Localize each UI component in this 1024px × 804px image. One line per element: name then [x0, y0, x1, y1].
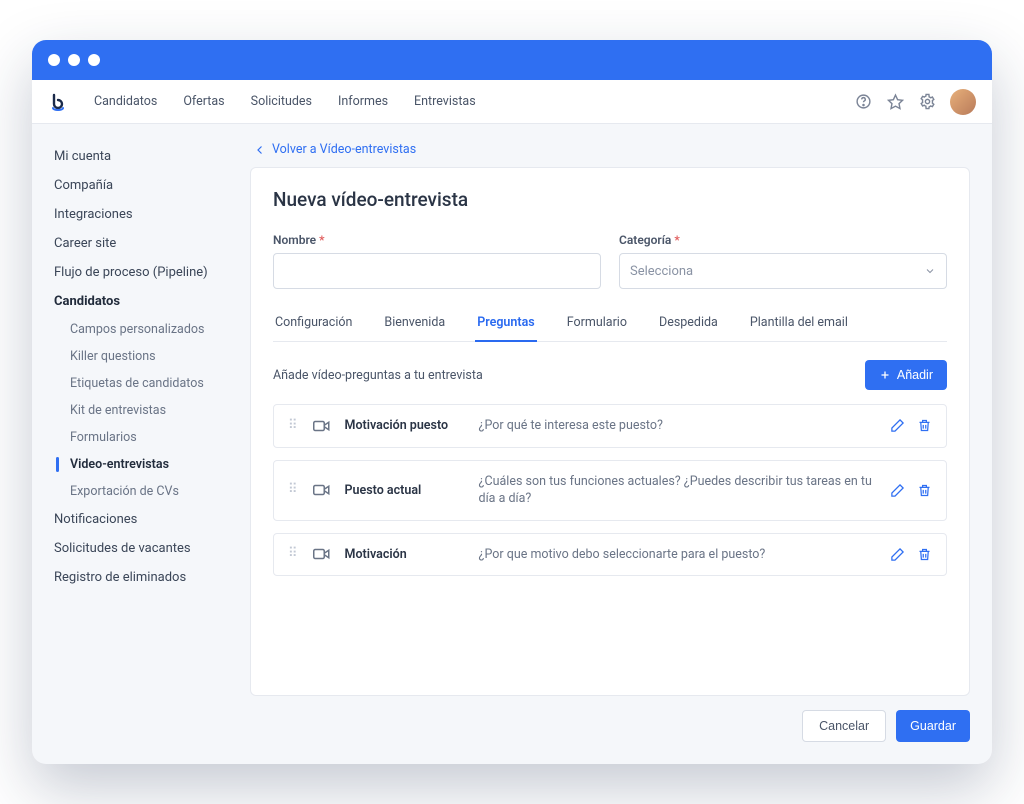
window-titlebar: [32, 40, 992, 80]
section-description: Añade vídeo-preguntas a tu entrevista: [273, 368, 483, 383]
chevron-down-icon: [924, 265, 936, 277]
window-dot: [48, 54, 60, 66]
question-row: ⠿ Puesto actual ¿Cuáles son tus funciones …: [273, 460, 947, 521]
edit-icon[interactable]: [890, 547, 905, 562]
delete-icon[interactable]: [917, 418, 932, 433]
tab-bienvenida[interactable]: Bienvenida: [382, 305, 447, 342]
question-title: Motivación: [345, 547, 465, 562]
nav-ofertas[interactable]: Ofertas: [183, 94, 224, 109]
save-button[interactable]: Guardar: [896, 710, 970, 742]
name-label: Nombre*: [273, 233, 601, 247]
arrow-left-icon: [254, 144, 266, 156]
sidebar-compania[interactable]: Compañía: [50, 171, 232, 200]
tabs: Configuración Bienvenida Preguntas Formu…: [273, 305, 947, 342]
tab-plantilla-email[interactable]: Plantilla del email: [748, 305, 850, 342]
app-logo[interactable]: [48, 92, 68, 112]
video-icon: [313, 419, 331, 433]
star-icon[interactable]: [886, 93, 904, 111]
question-row: ⠿ Motivación puesto ¿Por qué te interesa e…: [273, 404, 947, 448]
category-select[interactable]: Selecciona: [619, 253, 947, 289]
back-link-label: Volver a Vídeo-entrevistas: [272, 142, 416, 157]
nav-entrevistas[interactable]: Entrevistas: [414, 94, 476, 109]
content-card: Nueva vídeo-entrevista Nombre* Categoría…: [250, 167, 970, 696]
question-text: ¿Por qué te interesa este puesto?: [479, 417, 876, 435]
add-button-label: Añadir: [897, 368, 933, 382]
avatar[interactable]: [950, 89, 976, 115]
sidebar-video-entrevistas[interactable]: Video-entrevistas: [50, 451, 232, 478]
question-row: ⠿ Motivación ¿Por que motivo debo seleccio…: [273, 533, 947, 577]
cancel-button[interactable]: Cancelar: [802, 710, 886, 742]
edit-icon[interactable]: [890, 418, 905, 433]
nav-informes[interactable]: Informes: [338, 94, 388, 109]
tab-preguntas[interactable]: Preguntas: [475, 305, 537, 342]
question-text: ¿Cuáles son tus funciones actuales? ¿Pue…: [479, 473, 876, 508]
delete-icon[interactable]: [917, 483, 932, 498]
tab-formulario[interactable]: Formulario: [565, 305, 629, 342]
window-dot: [68, 54, 80, 66]
delete-icon[interactable]: [917, 547, 932, 562]
video-icon: [313, 547, 331, 561]
gear-icon[interactable]: [918, 93, 936, 111]
sidebar: Mi cuenta Compañía Integraciones Career …: [32, 124, 242, 764]
sidebar-flujo-proceso[interactable]: Flujo de proceso (Pipeline): [50, 258, 232, 287]
sidebar-etiquetas-candidatos[interactable]: Etiquetas de candidatos: [50, 370, 232, 397]
sidebar-campos-personalizados[interactable]: Campos personalizados: [50, 316, 232, 343]
sidebar-notificaciones[interactable]: Notificaciones: [50, 505, 232, 534]
tab-despedida[interactable]: Despedida: [657, 305, 720, 342]
window-dot: [88, 54, 100, 66]
sidebar-mi-cuenta[interactable]: Mi cuenta: [50, 142, 232, 171]
sidebar-registro-eliminados[interactable]: Registro de eliminados: [50, 563, 232, 592]
video-icon: [313, 483, 331, 497]
sidebar-integraciones[interactable]: Integraciones: [50, 200, 232, 229]
drag-handle-icon[interactable]: ⠿: [288, 550, 299, 558]
top-nav: Candidatos Ofertas Solicitudes Informes …: [32, 80, 992, 124]
sidebar-solicitudes-vacantes[interactable]: Solicitudes de vacantes: [50, 534, 232, 563]
question-title: Motivación puesto: [345, 418, 465, 433]
tab-configuracion[interactable]: Configuración: [273, 305, 354, 342]
drag-handle-icon[interactable]: ⠿: [288, 422, 299, 430]
edit-icon[interactable]: [890, 483, 905, 498]
add-question-button[interactable]: Añadir: [865, 360, 947, 390]
category-placeholder: Selecciona: [630, 264, 693, 279]
sidebar-formularios[interactable]: Formularios: [50, 424, 232, 451]
page-title: Nueva vídeo-entrevista: [273, 188, 947, 211]
category-label: Categoría*: [619, 233, 947, 247]
back-link[interactable]: Volver a Vídeo-entrevistas: [250, 142, 970, 157]
nav-solicitudes[interactable]: Solicitudes: [251, 94, 312, 109]
sidebar-exportacion-cvs[interactable]: Exportación de CVs: [50, 478, 232, 505]
sidebar-kit-entrevistas[interactable]: Kit de entrevistas: [50, 397, 232, 424]
question-title: Puesto actual: [345, 483, 465, 498]
question-text: ¿Por que motivo debo seleccionarte para …: [479, 546, 876, 564]
sidebar-killer-questions[interactable]: Killer questions: [50, 343, 232, 370]
drag-handle-icon[interactable]: ⠿: [288, 486, 299, 494]
help-icon[interactable]: [854, 93, 872, 111]
plus-icon: [879, 369, 891, 381]
sidebar-career-site[interactable]: Career site: [50, 229, 232, 258]
sidebar-candidatos[interactable]: Candidatos: [50, 287, 232, 316]
nav-candidatos[interactable]: Candidatos: [94, 94, 157, 109]
name-input[interactable]: [273, 253, 601, 289]
